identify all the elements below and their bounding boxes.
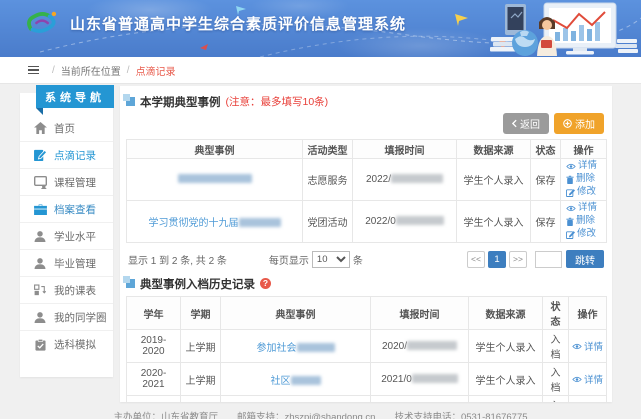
sidebar-item-home[interactable]: 首页 — [20, 115, 113, 142]
redacted-text — [407, 341, 457, 350]
case-link[interactable]: 学习贯彻党的十九届 — [149, 218, 281, 229]
table-row: 志愿服务 2022/ 学生个人录入 保存 详情 删除 修改 — [127, 159, 607, 201]
case-link[interactable]: 社区 — [271, 376, 321, 387]
record-edit-icon — [33, 149, 47, 161]
user-icon — [33, 231, 47, 242]
sidebar-item-graduation[interactable]: 毕业管理 — [20, 250, 113, 277]
case-link[interactable] — [178, 174, 252, 185]
section-square-icon — [126, 97, 135, 106]
main-content: 本学期典型事例 (注意：最多填写10条) 返回 添加 典型事例 — [120, 86, 612, 402]
sidebar-item-classmates[interactable]: 我的同学圈 — [20, 304, 113, 331]
table-row: 2020-2021 上学期 社区 2021/0 学生个人录入 入档 详情 — [127, 363, 607, 396]
sidebar: 系统导航 首页 点滴记录 课程管理 档案查看 — [20, 93, 113, 377]
section1-header: 本学期典型事例 (注意：最多填写10条) — [126, 94, 606, 109]
home-icon — [33, 122, 47, 134]
app-title: 山东省普通高中学生综合素质评价信息管理系统 — [70, 13, 406, 34]
add-button[interactable]: 添加 — [554, 113, 604, 134]
edit-link[interactable]: 修改 — [566, 186, 603, 199]
eye-icon — [566, 205, 576, 212]
jump-page-input[interactable] — [535, 251, 562, 268]
section2-title: 典型事例入档历史记录 — [140, 276, 255, 292]
pagination-summary: 显示 1 到 2 条, 共 2 条 — [128, 252, 227, 267]
redacted-text — [396, 216, 444, 225]
detail-link[interactable]: 详情 — [566, 160, 603, 173]
pagination: 显示 1 到 2 条, 共 2 条 每页显示 10 条 << 1 >> 跳转 — [126, 243, 606, 274]
app-header: 山东省普通高中学生综合素质评价信息管理系统 — [0, 0, 641, 57]
page-size-select[interactable]: 10 — [312, 251, 350, 268]
edit-link[interactable]: 修改 — [566, 228, 603, 241]
site-logo — [24, 8, 62, 38]
user-icon — [33, 258, 47, 269]
breadcrumb-current[interactable]: 点滴记录 — [136, 63, 176, 78]
sidebar-item-academic-level[interactable]: 学业水平 — [20, 223, 113, 250]
jump-button[interactable]: 跳转 — [566, 250, 604, 268]
edit-icon — [566, 188, 575, 197]
detail-link[interactable]: 详情 — [566, 202, 603, 215]
delete-link[interactable]: 删除 — [566, 173, 603, 186]
back-button[interactable]: 返回 — [503, 113, 549, 134]
prev-page-button[interactable]: << — [467, 251, 485, 268]
section1-note: (注意：最多填写10条) — [226, 94, 329, 109]
page: 山东省普通高中学生综合素质评价信息管理系统 — [0, 0, 641, 419]
section1-title: 本学期典型事例 — [140, 94, 221, 110]
section2-header: 典型事例入档历史记录 ? — [126, 276, 606, 291]
schedule-icon — [33, 284, 47, 296]
table-header-row: 典型事例 活动类型 填报时间 数据来源 状态 操作 — [127, 140, 607, 159]
footer-text: 主办单位：山东省教育厅 邮箱支持：zhszpj@shandong.cn 技术支持… — [113, 412, 527, 419]
sidebar-item-subject-simulation[interactable]: 选科模拟 — [20, 331, 113, 358]
table-row: 2020-2021 下学期 助老敬老志动 2021/0 学生个人录入 入档 详情 — [127, 396, 607, 403]
next-page-button[interactable]: >> — [509, 251, 527, 268]
detail-link[interactable]: 详情 — [572, 339, 603, 353]
current-term-cases-table: 典型事例 活动类型 填报时间 数据来源 状态 操作 志愿服务 2022/ 学生个… — [126, 139, 607, 243]
archived-cases-table: 学年 学期 典型事例 填报时间 数据来源 状态 操作 2019-2020 上学期… — [126, 296, 607, 402]
delete-link[interactable]: 删除 — [566, 215, 603, 228]
trash-icon — [566, 217, 574, 227]
sidebar-title: 系统导航 — [36, 85, 114, 108]
page-footer: 主办单位：山东省教育厅 邮箱支持：zhszpj@shandong.cn 技术支持… — [0, 404, 641, 419]
sidebar-item-courses[interactable]: 课程管理 — [20, 169, 113, 196]
eye-icon — [566, 163, 576, 170]
table-row: 2019-2020 上学期 参加社会 2020/ 学生个人录入 入档 详情 — [127, 330, 607, 363]
page-number-button[interactable]: 1 — [488, 251, 506, 268]
clipboard-check-icon — [33, 339, 47, 351]
help-icon[interactable]: ? — [260, 278, 271, 289]
plus-circle-icon — [563, 119, 572, 128]
redacted-text — [412, 374, 458, 383]
paper-plane-icon — [200, 44, 208, 50]
trash-icon — [566, 175, 574, 185]
sidebar-item-timetable[interactable]: 我的课表 — [20, 277, 113, 304]
sidebar-item-archive[interactable]: 档案查看 — [20, 196, 113, 223]
section1-actions: 返回 添加 — [126, 113, 604, 134]
case-link[interactable]: 参加社会 — [257, 343, 335, 354]
menu-icon[interactable] — [28, 66, 39, 75]
eye-icon — [572, 376, 582, 383]
table-header-row: 学年 学期 典型事例 填报时间 数据来源 状态 操作 — [127, 297, 607, 330]
redacted-text — [178, 174, 252, 183]
section-square-icon — [126, 279, 135, 288]
breadcrumb: / 当前所在位置 / 点滴记录 — [0, 57, 641, 84]
sidebar-nav: 首页 点滴记录 课程管理 档案查看 学业水平 — [20, 93, 113, 358]
redacted-text — [297, 343, 335, 352]
redacted-text — [291, 376, 321, 385]
course-icon — [33, 176, 47, 189]
paper-plane-icon — [455, 14, 468, 26]
redacted-text — [391, 174, 443, 183]
edit-icon — [566, 230, 575, 239]
user-icon — [33, 312, 47, 323]
eye-icon — [572, 343, 582, 350]
breadcrumb-location-label: 当前所在位置 — [61, 63, 121, 78]
sidebar-item-records[interactable]: 点滴记录 — [20, 142, 113, 169]
chevron-left-icon — [512, 119, 517, 128]
detail-link[interactable]: 详情 — [572, 372, 603, 386]
archive-icon — [33, 204, 47, 215]
header-illustration — [489, 1, 639, 56]
redacted-text — [239, 218, 281, 227]
table-row: 学习贯彻党的十九届 党团活动 2022/0 学生个人录入 保存 详情 删除 修改 — [127, 201, 607, 243]
